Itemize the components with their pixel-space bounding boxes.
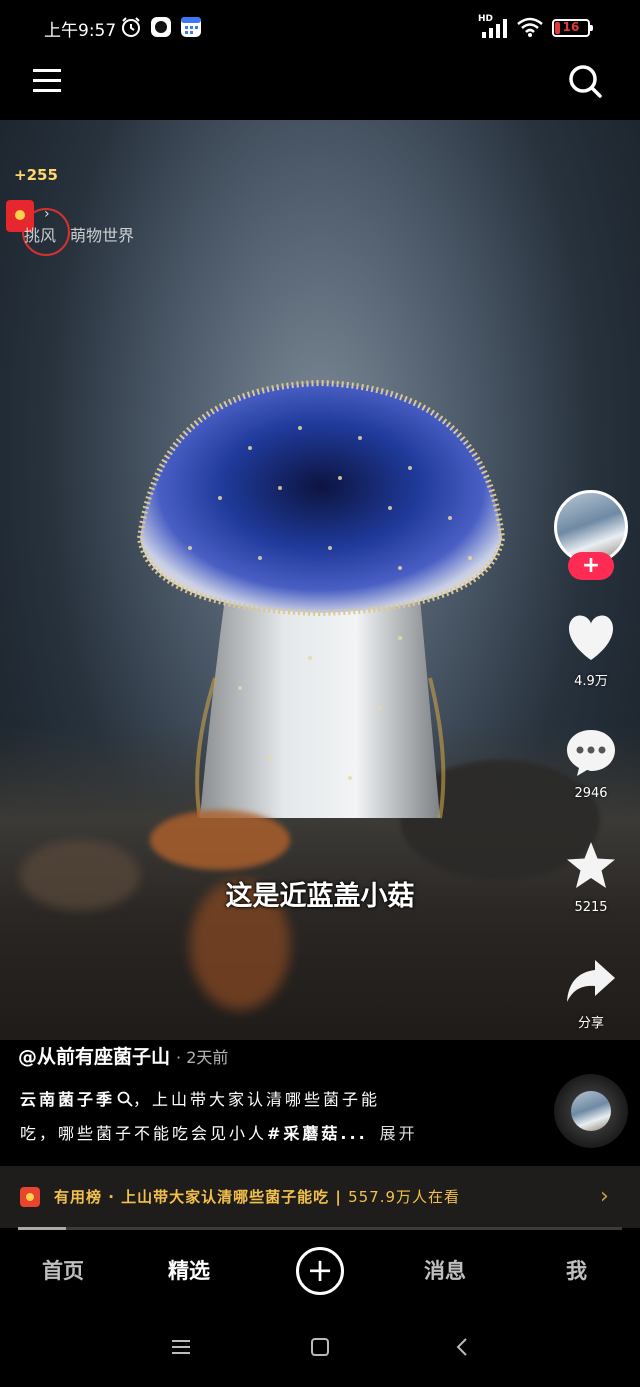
author-name[interactable]: @从前有座菌子山	[18, 1046, 170, 1068]
search-icon[interactable]	[566, 62, 604, 100]
status-bar: 上午9:57 HD 16	[0, 0, 640, 56]
nav-messages[interactable]: 消息	[424, 1255, 466, 1285]
nav-home[interactable]: 首页	[42, 1255, 84, 1285]
banner-text: 有用榜 · 上山带大家认清哪些菌子能吃 | 557.9万人在看	[54, 1188, 461, 1206]
video-progress-fill	[18, 1227, 67, 1230]
video-tag-left: 挑风	[24, 226, 57, 245]
like-button[interactable]: 4.9万	[560, 614, 622, 689]
ranking-icon	[20, 1187, 40, 1207]
share-arrow-icon	[567, 960, 615, 1002]
video-progress-bar[interactable]	[18, 1227, 622, 1230]
hashtag-link[interactable]: #采蘑菇...	[267, 1124, 368, 1143]
description-text: 吃，哪些菌子不能吃会见小人	[20, 1124, 268, 1143]
circle-app-icon	[151, 17, 171, 37]
wifi-icon	[517, 17, 543, 37]
like-count: 4.9万	[574, 674, 608, 689]
add-button[interactable]: +	[296, 1247, 344, 1295]
comment-icon	[567, 730, 615, 776]
signal-icon	[482, 19, 507, 38]
post-time: · 2天前	[176, 1048, 229, 1067]
comment-button[interactable]: 2946	[560, 728, 622, 801]
favorite-count: 5215	[574, 900, 608, 915]
follow-button[interactable]: +	[568, 552, 614, 580]
status-time: 上午9:57	[44, 21, 117, 41]
home-square-icon[interactable]	[309, 1336, 331, 1358]
share-button[interactable]: 分享	[560, 958, 622, 1031]
pebble	[150, 810, 290, 870]
heart-icon	[568, 615, 614, 660]
video-caption: 这是近蓝盖小菇	[225, 881, 415, 912]
battery-level: 16	[562, 20, 580, 34]
comment-count: 2946	[574, 786, 608, 801]
banner-viewers: 557.9万人在看	[348, 1188, 461, 1206]
star-icon	[567, 842, 615, 888]
mushroom-image	[136, 379, 506, 819]
coin-reward: +255	[14, 166, 58, 184]
battery-icon: 16	[552, 19, 593, 37]
nav-me[interactable]: 我	[566, 1255, 587, 1285]
search-small-icon	[117, 1091, 133, 1107]
banner-title: 有用榜 · 上山带大家认清哪些菌子能吃	[54, 1188, 330, 1206]
hamburger-menu-icon[interactable]	[30, 64, 64, 98]
calendar-icon	[181, 17, 201, 37]
nav-featured[interactable]: 精选	[168, 1255, 210, 1285]
topic-link[interactable]: 云南菌子季	[20, 1090, 115, 1109]
back-chevron-icon[interactable]	[452, 1336, 474, 1358]
chevron-right-icon: ›	[600, 1184, 609, 1209]
chevron-right-icon[interactable]: ›	[44, 206, 50, 222]
share-label: 分享	[577, 1016, 604, 1031]
alarm-icon	[122, 17, 140, 37]
author-line: @从前有座菌子山 · 2天前	[18, 1042, 228, 1069]
recent-apps-icon[interactable]	[170, 1336, 192, 1358]
video-tag-right: 萌物世界	[70, 226, 135, 245]
music-cover	[571, 1091, 611, 1131]
expand-link[interactable]: 展开	[380, 1124, 418, 1143]
favorite-button[interactable]: 5215	[560, 840, 622, 915]
music-disc[interactable]	[554, 1074, 628, 1148]
description-text: ，上山带大家认清哪些菌子能	[133, 1090, 381, 1109]
description-line-2: 吃，哪些菌子不能吃会见小人#采蘑菇... 展开	[20, 1120, 418, 1144]
ranking-banner[interactable]: 有用榜 · 上山带大家认清哪些菌子能吃 | 557.9万人在看 ›	[0, 1166, 640, 1228]
description-line-1: 云南菌子季 ，上山带大家认清哪些菌子能	[20, 1086, 380, 1110]
